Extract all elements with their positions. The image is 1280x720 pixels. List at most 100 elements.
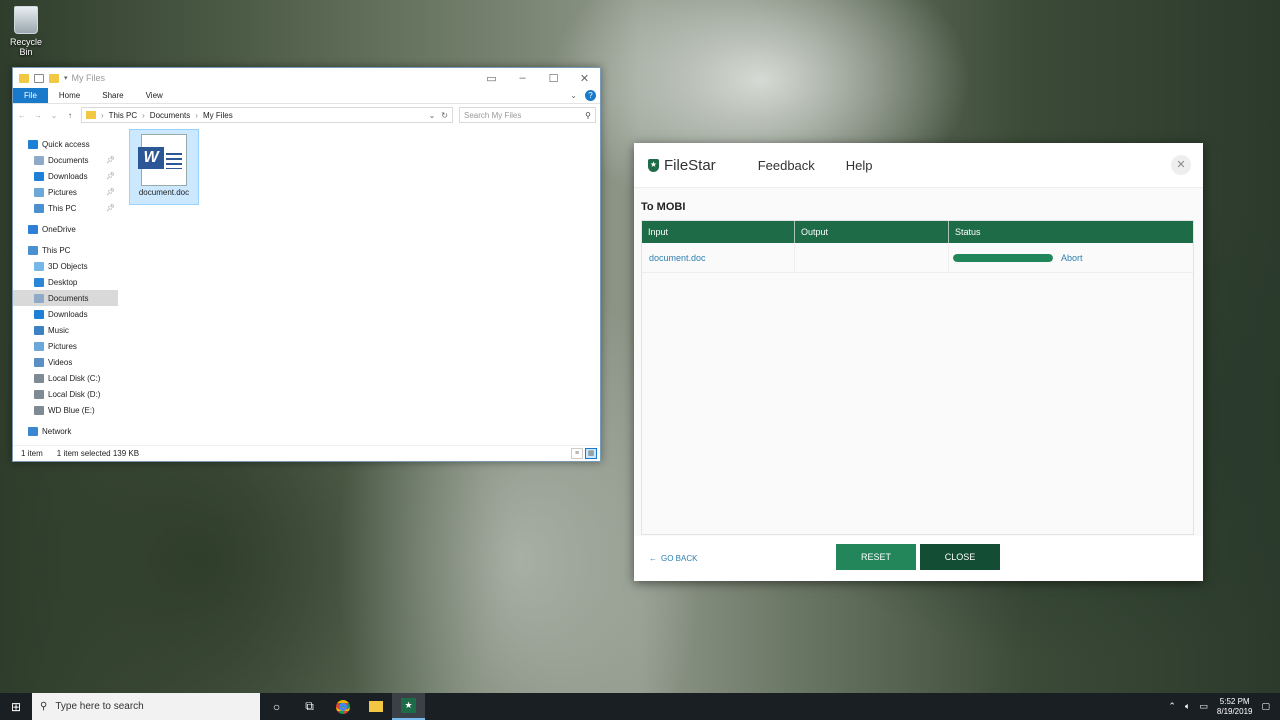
drive-icon bbox=[34, 405, 44, 415]
search-icon: ⚲ bbox=[585, 110, 591, 120]
filestar-footer: ← GO BACK RESET CLOSE bbox=[634, 536, 1203, 581]
nav-item-videos[interactable]: Videos bbox=[13, 354, 118, 370]
nav-item-label: Local Disk (D:) bbox=[48, 389, 101, 399]
progress-bar bbox=[953, 253, 1053, 262]
nav-item-local-disk-d[interactable]: Local Disk (D:) bbox=[13, 386, 118, 402]
nav-item-this-pc[interactable]: This PC 📌︎ bbox=[13, 200, 118, 216]
recycle-bin-label: Recycle Bin bbox=[9, 37, 42, 57]
nav-item-documents[interactable]: Documents 📌︎ bbox=[13, 152, 118, 168]
selection-info: 1 item selected 139 KB bbox=[56, 449, 140, 458]
chrome-icon[interactable] bbox=[326, 693, 359, 720]
breadcrumb-this-pc[interactable]: This PC bbox=[109, 111, 137, 120]
column-header-output: Output bbox=[795, 221, 949, 243]
show-hidden-icons-icon[interactable]: ⌃ bbox=[1168, 701, 1176, 712]
maximize-button[interactable]: ☐ bbox=[538, 72, 569, 85]
tab-view[interactable]: View bbox=[135, 88, 174, 103]
star-icon bbox=[28, 139, 38, 149]
properties-icon[interactable] bbox=[34, 73, 44, 83]
documents-icon bbox=[34, 293, 44, 303]
close-button[interactable]: CLOSE bbox=[920, 544, 1000, 570]
nav-item-documents[interactable]: Documents bbox=[13, 290, 118, 306]
nav-item-this-pc[interactable]: This PC bbox=[13, 242, 118, 258]
notifications-icon[interactable]: ▢ bbox=[1261, 701, 1270, 712]
item-count: 1 item bbox=[21, 449, 43, 458]
input-file-link[interactable]: document.doc bbox=[642, 243, 795, 272]
taskbar: ⊞ ⚲ Type here to search ○ ⧉ ★ ⌃ 🔈︎ ▭ 5:5… bbox=[0, 693, 1280, 720]
clock[interactable]: 5:52 PM 8/19/2019 bbox=[1217, 697, 1253, 717]
abort-link[interactable]: Abort bbox=[1061, 253, 1083, 263]
window-mode-icon[interactable]: ▭ bbox=[476, 72, 507, 85]
nav-item-downloads[interactable]: Downloads bbox=[13, 306, 118, 322]
nav-item-pictures[interactable]: Pictures bbox=[13, 338, 118, 354]
section-title: To MOBI bbox=[641, 201, 686, 213]
nav-item-label: This PC bbox=[42, 245, 71, 255]
back-arrow-icon: ← bbox=[649, 554, 657, 563]
download-arrow-icon bbox=[34, 309, 44, 319]
feedback-link[interactable]: Feedback bbox=[758, 158, 815, 173]
reset-button[interactable]: RESET bbox=[836, 544, 916, 570]
filestar-window: ★ FileStar Feedback Help ✕ To MOBI Input… bbox=[634, 143, 1203, 581]
nav-item-quick-access[interactable]: Quick access bbox=[13, 136, 118, 152]
nav-item-label: Desktop bbox=[48, 277, 78, 287]
network-status-icon[interactable]: ▭ bbox=[1199, 701, 1208, 712]
nav-item-onedrive[interactable]: OneDrive bbox=[13, 221, 118, 237]
drive-icon bbox=[34, 373, 44, 383]
progress-fill bbox=[953, 253, 1053, 262]
download-arrow-icon bbox=[34, 171, 44, 181]
refresh-icon[interactable]: ↻ bbox=[441, 111, 448, 120]
up-arrow-icon[interactable]: ↑ bbox=[65, 111, 75, 120]
pin-icon[interactable]: 📌︎ bbox=[106, 204, 115, 212]
file-item[interactable]: W document.doc bbox=[129, 129, 199, 205]
task-view-icon[interactable]: ⧉ bbox=[293, 693, 326, 720]
pin-icon[interactable]: 📌︎ bbox=[106, 188, 115, 196]
nav-item-downloads[interactable]: Downloads 📌︎ bbox=[13, 168, 118, 184]
nav-item-music[interactable]: Music bbox=[13, 322, 118, 338]
documents-icon bbox=[34, 155, 44, 165]
address-dropdown-icon[interactable]: ⌄ bbox=[429, 111, 436, 120]
nav-item-network[interactable]: Network bbox=[13, 423, 118, 439]
nav-item-label: Documents bbox=[48, 155, 89, 165]
breadcrumb-my-files[interactable]: My Files bbox=[203, 111, 233, 120]
help-icon[interactable]: ? bbox=[585, 90, 596, 101]
table-row: document.doc Abort bbox=[642, 243, 1193, 273]
windows-start-icon[interactable]: ⊞ bbox=[0, 693, 32, 720]
address-bar[interactable]: › This PC › Documents › My Files ⌄ ↻ bbox=[81, 107, 453, 123]
quick-access-dropdown-icon[interactable]: ▾ bbox=[64, 74, 68, 82]
nav-item-label: Network bbox=[42, 426, 72, 436]
recycle-bin-desktop-icon[interactable]: Recycle Bin bbox=[4, 6, 48, 57]
breadcrumb-documents[interactable]: Documents bbox=[150, 111, 190, 120]
tab-home[interactable]: Home bbox=[48, 88, 91, 103]
filestar-header: ★ FileStar Feedback Help ✕ bbox=[634, 143, 1203, 188]
pin-icon[interactable]: 📌︎ bbox=[106, 156, 115, 164]
details-view-icon[interactable]: ≡ bbox=[571, 448, 583, 459]
help-link[interactable]: Help bbox=[846, 158, 873, 173]
go-back-button[interactable]: ← GO BACK bbox=[649, 554, 697, 563]
forward-arrow-icon[interactable]: → bbox=[33, 111, 43, 120]
volume-icon[interactable]: 🔈︎ bbox=[1185, 701, 1190, 712]
nav-item-local-disk-c[interactable]: Local Disk (C:) bbox=[13, 370, 118, 386]
close-icon[interactable]: ✕ bbox=[1171, 155, 1191, 175]
tab-file[interactable]: File bbox=[13, 88, 48, 103]
pin-icon[interactable]: 📌︎ bbox=[106, 172, 115, 180]
address-bar-row: ← → ⌄ ↑ › This PC › Documents › My Files… bbox=[13, 104, 600, 126]
tab-share[interactable]: Share bbox=[91, 88, 134, 103]
search-input[interactable]: Search My Files ⚲ bbox=[459, 107, 596, 123]
taskbar-search-input[interactable]: ⚲ Type here to search bbox=[32, 693, 260, 720]
nav-item-pictures[interactable]: Pictures 📌︎ bbox=[13, 184, 118, 200]
back-arrow-icon[interactable]: ← bbox=[17, 111, 27, 120]
explorer-title-bar[interactable]: ▾ My Files ▭ – ☐ ✕ bbox=[13, 68, 600, 88]
nav-item-desktop[interactable]: Desktop bbox=[13, 274, 118, 290]
minimize-button[interactable]: – bbox=[507, 72, 538, 85]
large-icons-view-icon[interactable]: ▦ bbox=[585, 448, 597, 459]
file-explorer-taskbar-icon[interactable] bbox=[359, 693, 392, 720]
nav-item-label: Pictures bbox=[48, 187, 77, 197]
new-folder-icon[interactable] bbox=[49, 73, 59, 83]
cortana-icon[interactable]: ○ bbox=[260, 693, 293, 720]
recent-locations-icon[interactable]: ⌄ bbox=[49, 111, 59, 120]
filestar-taskbar-icon[interactable]: ★ bbox=[392, 693, 425, 720]
nav-item-3d-objects[interactable]: 3D Objects bbox=[13, 258, 118, 274]
nav-item-wd-blue-e[interactable]: WD Blue (E:) bbox=[13, 402, 118, 418]
close-button[interactable]: ✕ bbox=[569, 72, 600, 85]
file-name: document.doc bbox=[138, 188, 190, 197]
expand-ribbon-icon[interactable]: ⌄ bbox=[570, 91, 577, 100]
